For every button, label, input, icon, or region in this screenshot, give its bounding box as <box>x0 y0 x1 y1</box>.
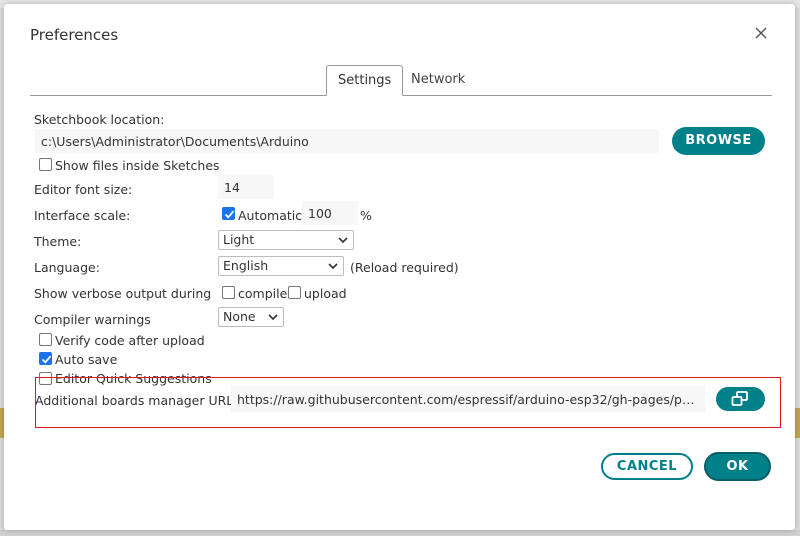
sketchbook-path-input[interactable] <box>35 129 659 153</box>
verify-label: Verify code after upload <box>55 333 205 348</box>
browse-button[interactable]: BROWSE <box>672 127 765 155</box>
theme-label: Theme: <box>34 234 82 249</box>
ok-button[interactable]: OK <box>704 452 771 481</box>
font-size-label: Editor font size: <box>34 182 133 197</box>
interface-scale-label: Interface scale: <box>34 208 131 223</box>
warnings-value: None <box>223 309 256 324</box>
autosave-label: Auto save <box>55 352 118 367</box>
verbose-label: Show verbose output during <box>34 286 212 301</box>
verify-checkbox[interactable] <box>39 333 52 346</box>
background-bottom-strip <box>0 530 800 536</box>
cancel-button[interactable]: CANCEL <box>601 453 693 480</box>
tab-settings[interactable]: Settings <box>326 65 404 96</box>
scale-unit: % <box>360 208 372 223</box>
scale-value-input[interactable] <box>302 201 358 225</box>
language-label: Language: <box>34 260 100 275</box>
verbose-compile-checkbox[interactable] <box>222 286 235 299</box>
warnings-select[interactable]: None <box>218 307 284 327</box>
scale-automatic-label: Automatic <box>238 208 303 223</box>
autosave-checkbox[interactable] <box>39 352 52 365</box>
warnings-label: Compiler warnings <box>34 312 151 327</box>
highlight-box <box>35 377 781 428</box>
show-files-label: Show files inside Sketches <box>55 158 220 173</box>
scale-automatic-checkbox[interactable] <box>222 207 235 220</box>
tab-network[interactable]: Network <box>400 65 476 96</box>
background-accent-right <box>795 408 800 438</box>
chevron-down-icon <box>268 314 278 321</box>
show-files-checkbox[interactable] <box>39 158 52 171</box>
chevron-down-icon <box>328 263 338 270</box>
verbose-upload-label: upload <box>304 286 347 301</box>
language-note: (Reload required) <box>350 260 459 275</box>
theme-select[interactable]: Light <box>218 230 354 250</box>
language-select[interactable]: English <box>218 256 344 276</box>
sketchbook-label: Sketchbook location: <box>34 112 165 127</box>
verbose-upload-checkbox[interactable] <box>288 286 301 299</box>
close-icon[interactable] <box>752 24 770 42</box>
font-size-input[interactable] <box>218 175 274 199</box>
language-value: English <box>223 258 269 273</box>
preferences-dialog: Preferences Settings Network Sketchbook … <box>4 4 795 530</box>
chevron-down-icon <box>338 237 348 244</box>
verbose-compile-label: compile <box>238 286 288 301</box>
theme-value: Light <box>223 232 255 247</box>
dialog-title: Preferences <box>30 26 119 44</box>
